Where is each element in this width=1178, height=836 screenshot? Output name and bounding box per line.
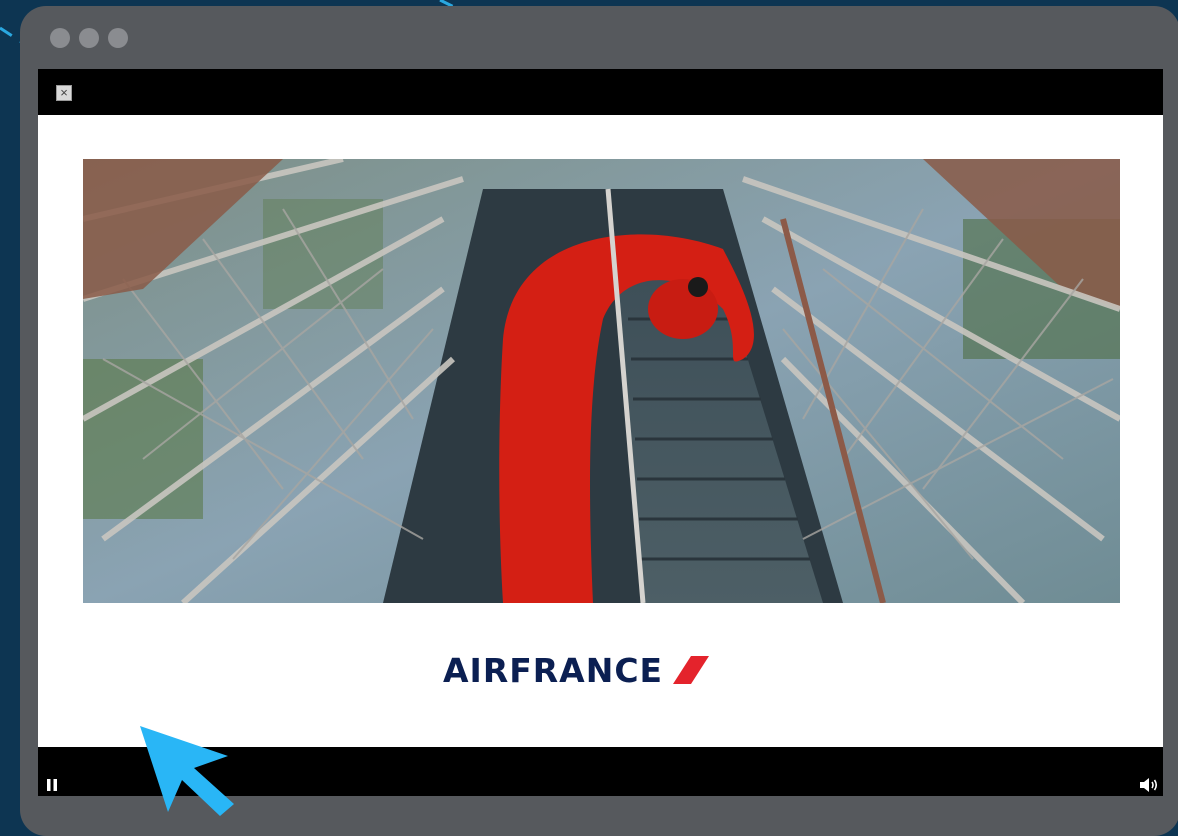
airfrance-logo: AIRFRANCE (443, 650, 711, 690)
video-player[interactable]: × AIRFRANCE (38, 69, 1163, 796)
mouse-cursor-icon (140, 726, 234, 816)
video-frame: AIRFRANCE (38, 115, 1163, 747)
volume-icon[interactable] (1139, 777, 1159, 793)
brand-name: AIRFRANCE (443, 650, 664, 690)
close-icon[interactable]: × (56, 85, 72, 101)
airfrance-stripe-icon (673, 656, 710, 684)
window-dot-maximize[interactable] (108, 28, 128, 48)
browser-window: × AIRFRANCE (20, 6, 1178, 836)
window-dot-minimize[interactable] (79, 28, 99, 48)
window-dot-close[interactable] (50, 28, 70, 48)
video-scene-image (83, 159, 1120, 603)
pause-icon[interactable] (46, 779, 58, 791)
window-controls (50, 28, 128, 48)
